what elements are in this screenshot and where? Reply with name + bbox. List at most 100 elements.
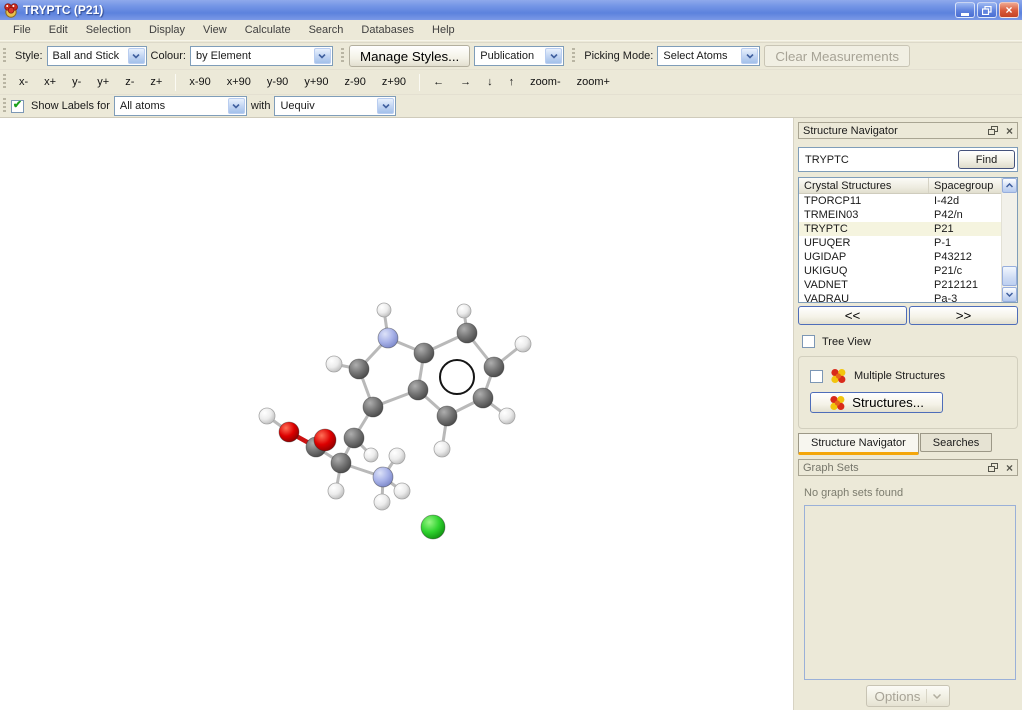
clear-measurements-button[interactable]: Clear Measurements xyxy=(764,45,911,67)
rotate-y-minus-90-button[interactable]: y-90 xyxy=(259,73,296,91)
rotate-z-plus-90-button[interactable]: z+90 xyxy=(374,73,414,91)
menu-item-search[interactable]: Search xyxy=(300,21,353,39)
atom-c[interactable] xyxy=(330,452,352,474)
table-row[interactable]: UGIDAP P43212 xyxy=(799,250,1017,264)
menu-item-edit[interactable]: Edit xyxy=(40,21,77,39)
find-button[interactable]: Find xyxy=(958,150,1015,169)
atom-c[interactable] xyxy=(343,427,365,449)
atom-h[interactable] xyxy=(393,482,411,500)
toolbar-grip[interactable] xyxy=(572,48,576,64)
rotate-y-plus-button[interactable]: y+ xyxy=(89,73,117,91)
atom-o[interactable] xyxy=(278,421,300,443)
table-row[interactable]: UFUQER P-1 xyxy=(799,236,1017,250)
float-panel-icon[interactable] xyxy=(987,462,999,473)
atom-c[interactable] xyxy=(407,379,429,401)
tab-structure-navigator[interactable]: Structure Navigator xyxy=(798,433,919,455)
previous-structure-button[interactable]: << xyxy=(798,306,907,325)
atom-h[interactable] xyxy=(376,302,392,318)
atom-c[interactable] xyxy=(456,322,478,344)
menu-item-file[interactable]: File xyxy=(4,21,40,39)
table-row[interactable]: VADRAU Pa-3 xyxy=(799,292,1017,302)
tree-view-checkbox[interactable] xyxy=(802,335,815,348)
atom-h[interactable] xyxy=(327,482,345,500)
zoom-out-button[interactable]: zoom- xyxy=(522,73,569,91)
manage-styles-button[interactable]: Manage Styles... xyxy=(348,45,471,67)
graph-sets-list[interactable] xyxy=(804,505,1016,680)
scrollbar-thumb[interactable] xyxy=(1002,266,1017,286)
menu-item-calculate[interactable]: Calculate xyxy=(236,21,300,39)
atom-h[interactable] xyxy=(498,407,516,425)
menu-item-selection[interactable]: Selection xyxy=(77,21,140,39)
rotate-x-minus-90-button[interactable]: x-90 xyxy=(181,73,218,91)
atom-c[interactable] xyxy=(483,356,505,378)
translate-right-button[interactable]: → xyxy=(452,73,479,91)
atom-h[interactable] xyxy=(514,335,532,353)
tab-searches[interactable]: Searches xyxy=(919,433,993,452)
column-header-crystal-structures[interactable]: Crystal Structures xyxy=(799,178,929,193)
scroll-up-button[interactable] xyxy=(1002,178,1017,193)
atom-c[interactable] xyxy=(362,396,384,418)
atom-c[interactable] xyxy=(472,387,494,409)
label-atoms-combo[interactable]: All atoms xyxy=(113,96,247,116)
toolbar-grip[interactable] xyxy=(3,48,6,64)
column-header-spacegroup[interactable]: Spacegroup xyxy=(929,178,1004,193)
rotate-y-minus-button[interactable]: y- xyxy=(64,73,89,91)
atom-h[interactable] xyxy=(363,447,379,463)
rotate-x-minus-button[interactable]: x- xyxy=(11,73,36,91)
structure-search-input[interactable]: TRYPTC Find xyxy=(798,147,1018,172)
atom-h[interactable] xyxy=(258,407,276,425)
atom-n[interactable] xyxy=(377,327,399,349)
table-row[interactable]: UKIGUQ P21/c xyxy=(799,264,1017,278)
atom-n[interactable] xyxy=(372,466,394,488)
toolbar-grip[interactable] xyxy=(3,74,6,90)
menu-item-help[interactable]: Help xyxy=(423,21,464,39)
atom-c[interactable] xyxy=(413,342,435,364)
rotate-x-plus-button[interactable]: x+ xyxy=(36,73,64,91)
menu-item-view[interactable]: View xyxy=(194,21,236,39)
menu-item-display[interactable]: Display xyxy=(140,21,194,39)
close-panel-icon[interactable]: × xyxy=(1006,462,1013,474)
atom-h[interactable] xyxy=(373,493,391,511)
translate-up-button[interactable]: ↑ xyxy=(501,73,523,91)
translate-down-button[interactable]: ↓ xyxy=(479,73,501,91)
atom-h[interactable] xyxy=(433,440,451,458)
float-panel-icon[interactable] xyxy=(987,125,999,136)
style-preset-combo[interactable]: Publication xyxy=(474,46,565,66)
next-structure-button[interactable]: >> xyxy=(909,306,1018,325)
table-row[interactable]: TRYPTC P21 xyxy=(799,222,1017,236)
toolbar-grip[interactable] xyxy=(340,48,344,64)
atom-h[interactable] xyxy=(388,447,406,465)
rotate-z-minus-button[interactable]: z- xyxy=(117,73,142,91)
structure-viewport[interactable] xyxy=(0,118,793,710)
close-panel-icon[interactable]: × xyxy=(1006,125,1013,137)
picking-mode-combo[interactable]: Select Atoms xyxy=(657,46,761,66)
table-row[interactable]: TRMEIN03 P42/n xyxy=(799,208,1017,222)
atom-c[interactable] xyxy=(348,358,370,380)
minimize-button[interactable] xyxy=(955,2,975,18)
atom-o[interactable] xyxy=(313,428,337,452)
translate-left-button[interactable]: ← xyxy=(425,73,452,91)
rotate-x-plus-90-button[interactable]: x+90 xyxy=(219,73,259,91)
toolbar-grip[interactable] xyxy=(3,98,6,114)
multiple-structures-checkbox[interactable] xyxy=(810,369,823,383)
show-labels-checkbox[interactable]: ✔ xyxy=(11,99,24,113)
table-scrollbar[interactable] xyxy=(1001,178,1017,302)
rotate-y-plus-90-button[interactable]: y+90 xyxy=(296,73,336,91)
structures-button[interactable]: Structures... xyxy=(810,392,943,413)
scroll-down-button[interactable] xyxy=(1002,287,1017,302)
atom-cl[interactable] xyxy=(420,514,446,540)
label-property-combo[interactable]: Uequiv xyxy=(274,96,397,116)
atom-h[interactable] xyxy=(456,303,472,319)
colour-combo[interactable]: by Element xyxy=(189,46,333,66)
rotate-z-minus-90-button[interactable]: z-90 xyxy=(336,73,373,91)
atom-h[interactable] xyxy=(325,355,343,373)
menu-item-databases[interactable]: Databases xyxy=(352,21,423,39)
table-row[interactable]: TPORCP11 I-42d xyxy=(799,194,1017,208)
rotate-z-plus-button[interactable]: z+ xyxy=(142,73,170,91)
zoom-in-button[interactable]: zoom+ xyxy=(569,73,618,91)
options-button[interactable]: Options xyxy=(865,685,951,707)
restore-button[interactable] xyxy=(977,2,997,18)
atom-c[interactable] xyxy=(436,405,458,427)
style-combo[interactable]: Ball and Stick xyxy=(46,46,147,66)
close-button[interactable]: × xyxy=(999,2,1019,18)
